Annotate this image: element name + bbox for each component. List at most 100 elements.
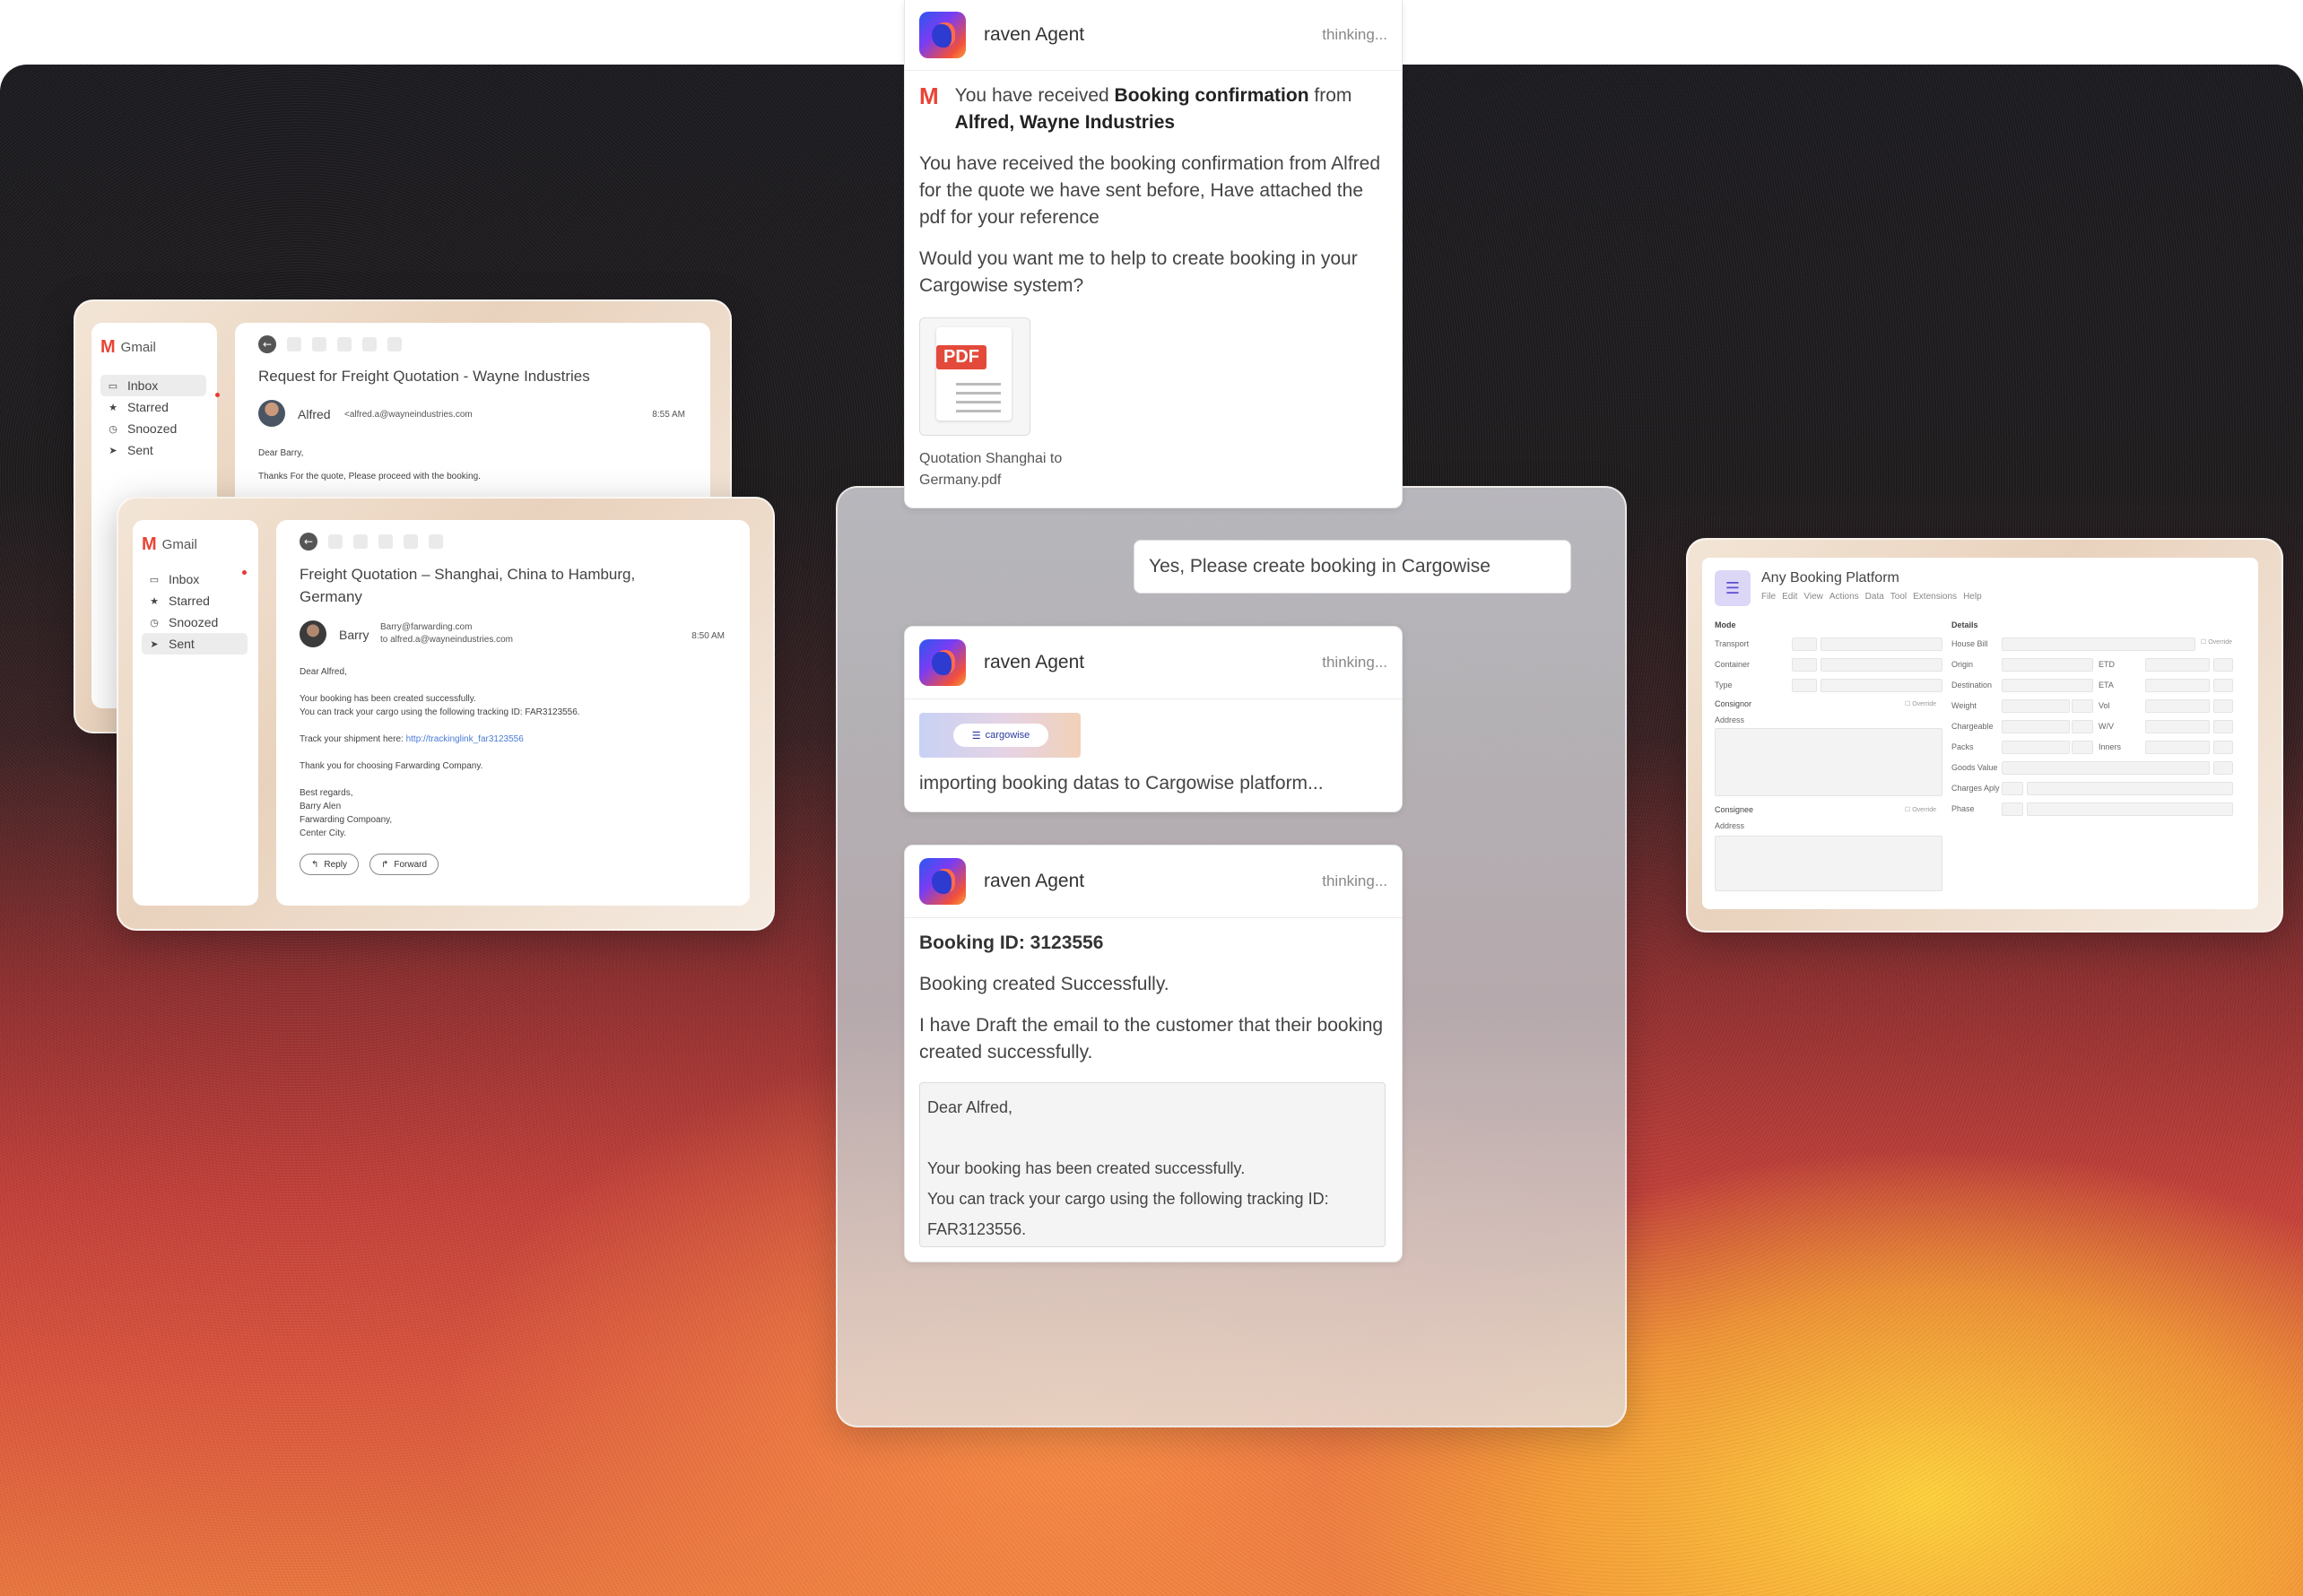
agent-status: thinking... [1322, 872, 1387, 889]
agent-avatar [919, 858, 966, 905]
type-field[interactable] [1821, 679, 1942, 692]
cargowise-icon: ☰ [971, 730, 981, 742]
avatar [258, 400, 285, 427]
agent-name: raven Agent [984, 24, 1085, 45]
transport-code[interactable] [1792, 638, 1817, 651]
back-arrow-icon[interactable]: ← [300, 533, 317, 551]
inbox-icon: ▭ [108, 380, 118, 392]
vol-unit[interactable] [2213, 699, 2233, 713]
label-goods-value: Goods Value [1951, 763, 1998, 772]
label-container: Container [1715, 660, 1751, 669]
packs-field[interactable] [2002, 741, 2070, 754]
phase-code[interactable] [2002, 802, 2023, 816]
transport-field[interactable] [1821, 638, 1942, 651]
vol-field[interactable] [2145, 699, 2210, 713]
gmail-m-icon: M [100, 337, 116, 357]
chargeable-unit[interactable] [2072, 720, 2093, 733]
wv-field[interactable] [2145, 720, 2210, 733]
booking-created-text: Booking created Successfully. [919, 974, 1169, 994]
back-arrow-icon[interactable]: ← [258, 335, 276, 353]
agent-message-mid: raven Agent thinking... ☰ cargowise impor… [904, 626, 1403, 812]
destination-field[interactable] [2002, 679, 2093, 692]
menu-help[interactable]: Help [1963, 592, 1982, 602]
house-bill-override[interactable]: ☐ Override [2201, 638, 2232, 646]
container-code[interactable] [1792, 658, 1817, 672]
eta-picker[interactable] [2213, 679, 2233, 692]
menu-tool[interactable]: Tool [1890, 592, 1907, 602]
nav-inbox[interactable]: ▭ Inbox [100, 375, 206, 396]
menu-extensions[interactable]: Extensions [1913, 592, 1957, 602]
type-code[interactable] [1792, 679, 1817, 692]
tracking-link[interactable]: http://trackinglink_far3123556 [406, 734, 524, 744]
platform-logo-icon: ☰ [1715, 570, 1751, 606]
consignor-address-field[interactable] [1715, 728, 1942, 796]
forward-button[interactable]: ↱ Forward [369, 854, 439, 875]
consignee-label: Consignee [1715, 805, 1754, 814]
nav-starred[interactable]: ★ Starred [142, 590, 248, 612]
sender-name: Barry [339, 628, 369, 642]
agent-name: raven Agent [984, 871, 1085, 891]
draft-note: I have Draft the email to the customer t… [919, 1015, 1384, 1063]
label-chargeable: Chargeable [1951, 722, 1994, 731]
charges-aply-code[interactable] [2002, 782, 2023, 795]
phase-field[interactable] [2027, 802, 2233, 816]
wv-unit[interactable] [2213, 720, 2233, 733]
user-message: Yes, Please create booking in Cargowise [1134, 540, 1571, 594]
house-bill-field[interactable] [2002, 638, 2195, 651]
nav-sent[interactable]: ➤ Sent [142, 633, 248, 655]
menu-file[interactable]: File [1761, 592, 1776, 602]
packs-unit[interactable] [2072, 741, 2093, 754]
nav-sent[interactable]: ➤ Sent [100, 439, 206, 461]
etd-picker[interactable] [2213, 658, 2233, 672]
weight-unit[interactable] [2072, 699, 2093, 713]
consignee-override[interactable]: ☐ Override [1905, 806, 1936, 813]
inbox-icon: ▭ [149, 574, 160, 585]
sender-email: <alfred.a@wayneindustries.com [344, 410, 473, 420]
booking-notice: You have received Booking confirmation f… [954, 85, 1352, 133]
gmail-sidebar: M Gmail ▭ Inbox ★ Starred ◷ Snoozed ➤ Sent [133, 520, 258, 906]
draft-email-box[interactable]: Dear Alfred, Your booking has been creat… [919, 1082, 1386, 1247]
consignor-override[interactable]: ☐ Override [1905, 700, 1936, 707]
email-time: 8:55 AM [652, 410, 685, 420]
weight-field[interactable] [2002, 699, 2070, 713]
reply-button[interactable]: ↰ Reply [300, 854, 359, 875]
nav-snoozed[interactable]: ◷ Snoozed [100, 418, 206, 439]
menu-data[interactable]: Data [1865, 592, 1884, 602]
star-icon: ★ [150, 595, 159, 607]
container-field[interactable] [1821, 658, 1942, 672]
platform-menu: File Edit View Actions Data Tool Extensi… [1761, 592, 1982, 602]
label-type: Type [1715, 681, 1733, 690]
label-wv: W/V [2099, 722, 2114, 731]
agent-avatar [919, 12, 966, 58]
email-greeting: Dear Barry, [258, 448, 304, 458]
goods-value-currency[interactable] [2213, 761, 2233, 775]
menu-edit[interactable]: Edit [1782, 592, 1797, 602]
chargeable-field[interactable] [2002, 720, 2070, 733]
forward-icon: ↱ [381, 859, 389, 870]
goods-value-field[interactable] [2002, 761, 2210, 775]
agent-paragraph-1: You have received the booking confirmati… [919, 153, 1381, 228]
etd-field[interactable] [2145, 658, 2210, 672]
inners-field[interactable] [2145, 741, 2210, 754]
platform-title: Any Booking Platform [1761, 570, 1899, 585]
nav-snoozed[interactable]: ◷ Snoozed [142, 612, 248, 633]
inners-unit[interactable] [2213, 741, 2233, 754]
menu-view[interactable]: View [1803, 592, 1823, 602]
origin-field[interactable] [2002, 658, 2093, 672]
email-subject: Request for Freight Quotation - Wayne In… [258, 368, 590, 385]
nav-inbox[interactable]: ▭ Inbox [142, 568, 248, 590]
pdf-attachment[interactable]: PDF [919, 317, 1030, 436]
agent-paragraph-2: Would you want me to help to create book… [919, 248, 1358, 296]
menu-actions[interactable]: Actions [1829, 592, 1859, 602]
charges-aply-field[interactable] [2027, 782, 2233, 795]
nav-starred[interactable]: ★ Starred [100, 396, 206, 418]
consignee-address-field[interactable] [1715, 836, 1942, 891]
sender-name: Alfred [298, 407, 331, 421]
label-origin: Origin [1951, 660, 1974, 669]
label-packs: Packs [1951, 742, 1974, 751]
clock-icon: ◷ [109, 423, 117, 435]
eta-field[interactable] [2145, 679, 2210, 692]
gmail-window-front: M Gmail ▭ Inbox ★ Starred ◷ Snoozed ➤ Sent ←… [117, 497, 775, 931]
pdf-icon: PDF [936, 327, 1012, 421]
label-house-bill: House Bill [1951, 639, 1988, 648]
